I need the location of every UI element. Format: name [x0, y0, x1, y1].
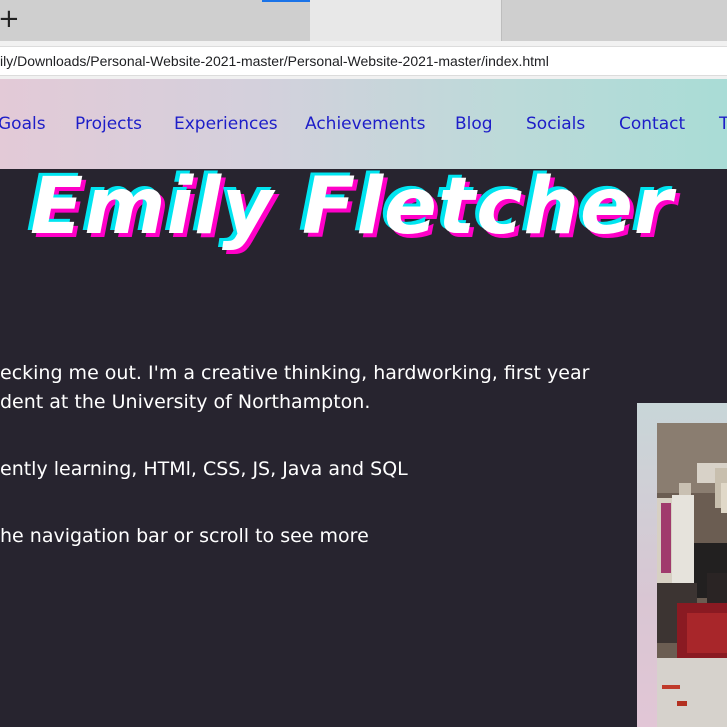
tab-accent-bar — [262, 0, 310, 2]
navigation-hint-text: he navigation bar or scroll to see more — [0, 525, 369, 547]
url-text: ily/Downloads/Personal-Website-2021-mast… — [0, 53, 549, 69]
browser-tab-strip: + — [0, 0, 727, 41]
address-bar: ily/Downloads/Personal-Website-2021-mast… — [0, 41, 727, 79]
intro-text-line-1: ecking me out. I'm a creative thinking, … — [0, 362, 590, 384]
profile-photo-frame — [637, 403, 727, 727]
intro-text-line-2: dent at the University of Northampton. — [0, 391, 371, 413]
skills-text: ently learning, HTMl, CSS, JS, Java and … — [0, 458, 408, 480]
nav-link-achievements[interactable]: Achievements — [305, 114, 425, 134]
hero-name-heading: Emily Fletcher — [30, 162, 674, 252]
nav-link-truncated[interactable]: T — [719, 114, 727, 134]
url-field[interactable]: ily/Downloads/Personal-Website-2021-mast… — [0, 46, 727, 76]
nav-link-blog[interactable]: Blog — [455, 114, 493, 134]
site-navigation-bar: Goals Projects Experiences Achievements … — [0, 79, 727, 169]
nav-link-experiences[interactable]: Experiences — [174, 114, 278, 134]
nav-link-socials[interactable]: Socials — [526, 114, 585, 134]
nav-link-contact[interactable]: Contact — [619, 114, 685, 134]
new-tab-icon[interactable]: + — [0, 6, 20, 32]
nav-link-projects[interactable]: Projects — [75, 114, 142, 134]
profile-photo-image — [657, 423, 727, 727]
nav-link-goals[interactable]: Goals — [0, 114, 46, 134]
profile-photo — [657, 423, 727, 727]
browser-tab-active[interactable] — [310, 0, 502, 41]
